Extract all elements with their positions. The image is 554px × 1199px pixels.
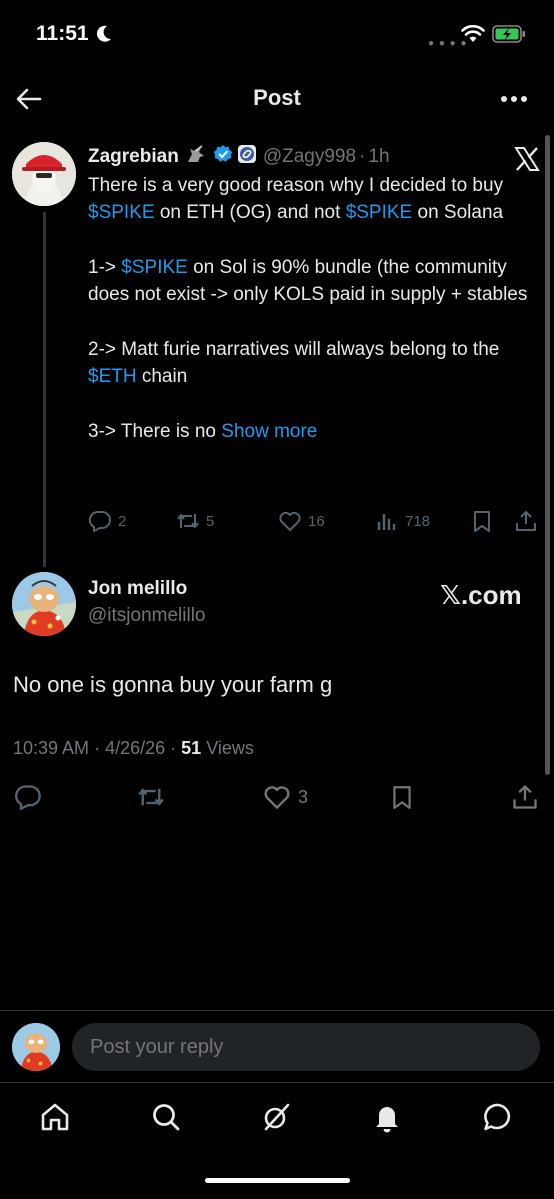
parent-post-actions: 2 5 16 718	[88, 510, 538, 536]
cashtag-link[interactable]: $ETH	[88, 366, 137, 387]
paragraph-2: 1-> $SPIKE on Sol is 90% bundle (the com…	[88, 254, 538, 309]
reply-input[interactable]	[72, 1023, 540, 1071]
share-icon	[513, 785, 537, 809]
share-action[interactable]	[514, 510, 544, 532]
reply-author-name[interactable]: Jon melillo	[88, 578, 187, 600]
post-time: 1h	[368, 146, 390, 167]
repost-icon	[177, 514, 199, 528]
status-bar: 11:51 ● ● ● ●	[0, 0, 554, 70]
wifi-icon	[461, 24, 485, 48]
views-number: 51	[181, 738, 202, 758]
like-count: 3	[298, 786, 309, 807]
affiliate-badge-icon	[237, 144, 257, 170]
thread-connector-line	[43, 212, 46, 567]
battery-icon	[492, 24, 526, 49]
bookmark-action[interactable]	[389, 784, 421, 810]
view-count: 718	[405, 512, 431, 530]
search-icon[interactable]	[148, 1099, 184, 1135]
post-metadata: 10:39 AM · 4/26/26 · 51 Views	[13, 738, 254, 758]
verified-badge-icon	[213, 144, 233, 170]
notifications-bell-icon[interactable]	[369, 1099, 405, 1135]
parent-post-header: Zagrebian @Zagy998 · 1h	[88, 144, 390, 170]
heart-icon	[279, 511, 301, 531]
repost-count: 5	[206, 512, 215, 530]
views-action[interactable]: 718	[375, 510, 430, 532]
scrollbar[interactable]	[545, 135, 550, 775]
paragraph-1: There is a very good reason why I decide…	[88, 172, 538, 227]
like-action[interactable]: 16	[278, 510, 325, 532]
reply-composer	[0, 1010, 554, 1082]
jon-melillo-avatar[interactable]	[12, 572, 76, 636]
reply-post-text: No one is gonna buy your farm g	[13, 672, 333, 697]
reply-icon	[15, 785, 41, 810]
repost-icon	[138, 788, 164, 806]
text-segment: 2-> Matt furie narratives will always be…	[88, 338, 500, 360]
status-time: 11:51	[36, 22, 89, 45]
text-segment: on Solana	[412, 202, 504, 224]
messages-icon[interactable]	[480, 1099, 516, 1135]
time-separator: ·	[359, 146, 366, 167]
repost-action[interactable]: 5	[176, 510, 214, 532]
reply-icon	[88, 510, 111, 532]
show-more-link[interactable]: Show more	[221, 421, 317, 442]
current-user-avatar[interactable]	[12, 1023, 60, 1071]
cashtag-link[interactable]: $SPIKE	[88, 202, 155, 223]
source-label: 𝕏.com	[440, 580, 522, 610]
grok-icon[interactable]	[258, 1099, 294, 1135]
paragraph-4: 3-> There is no Show more	[88, 418, 538, 445]
zagrebian-avatar[interactable]	[12, 142, 76, 206]
like-action[interactable]: 3	[262, 784, 308, 810]
text-segment: chain	[136, 366, 188, 388]
post-date: 4/26/26	[105, 738, 166, 758]
unicorn-icon	[185, 144, 207, 170]
text-segment: There is a very good reason why I decide…	[88, 175, 504, 196]
text-segment: on ETH (OG) and not	[154, 202, 346, 224]
text-segment: 1->	[88, 256, 122, 278]
views-label: Views	[206, 738, 254, 758]
bookmark-icon	[393, 786, 411, 809]
cashtag-link[interactable]: $SPIKE	[121, 257, 188, 278]
more-options-icon[interactable]	[498, 84, 530, 114]
author-handle[interactable]: @Zagy998	[263, 146, 356, 168]
page-title: Post	[253, 85, 301, 110]
home-indicator[interactable]	[205, 1178, 350, 1183]
home-icon[interactable]	[37, 1099, 73, 1135]
paragraph-3: 2-> Matt furie narratives will always be…	[88, 336, 538, 391]
text-segment: 3-> There is no	[88, 420, 222, 442]
reply-action[interactable]	[14, 784, 48, 810]
reply-author-handle[interactable]: @itsjonmelillo	[88, 605, 206, 627]
moon-icon	[95, 24, 113, 49]
parent-post-body: There is a very good reason why I decide…	[88, 172, 538, 445]
post-timestamp: 10:39 AM	[13, 738, 90, 758]
heart-icon	[264, 786, 290, 809]
bookmark-icon	[474, 511, 490, 532]
reply-action[interactable]: 2	[88, 510, 126, 532]
reply-post-actions: 3	[0, 784, 554, 814]
bookmark-action[interactable]	[470, 510, 500, 532]
top-header: Post	[0, 70, 554, 128]
like-count: 16	[308, 512, 325, 530]
x-logo-icon[interactable]	[513, 145, 541, 173]
author-name[interactable]: Zagrebian	[88, 146, 179, 168]
reply-count: 2	[118, 512, 127, 530]
repost-action[interactable]	[136, 784, 172, 810]
share-action[interactable]	[511, 784, 545, 810]
bottom-nav	[0, 1082, 554, 1148]
analytics-icon	[377, 514, 396, 530]
cashtag-link[interactable]: $SPIKE	[346, 202, 413, 223]
share-icon	[516, 511, 536, 531]
